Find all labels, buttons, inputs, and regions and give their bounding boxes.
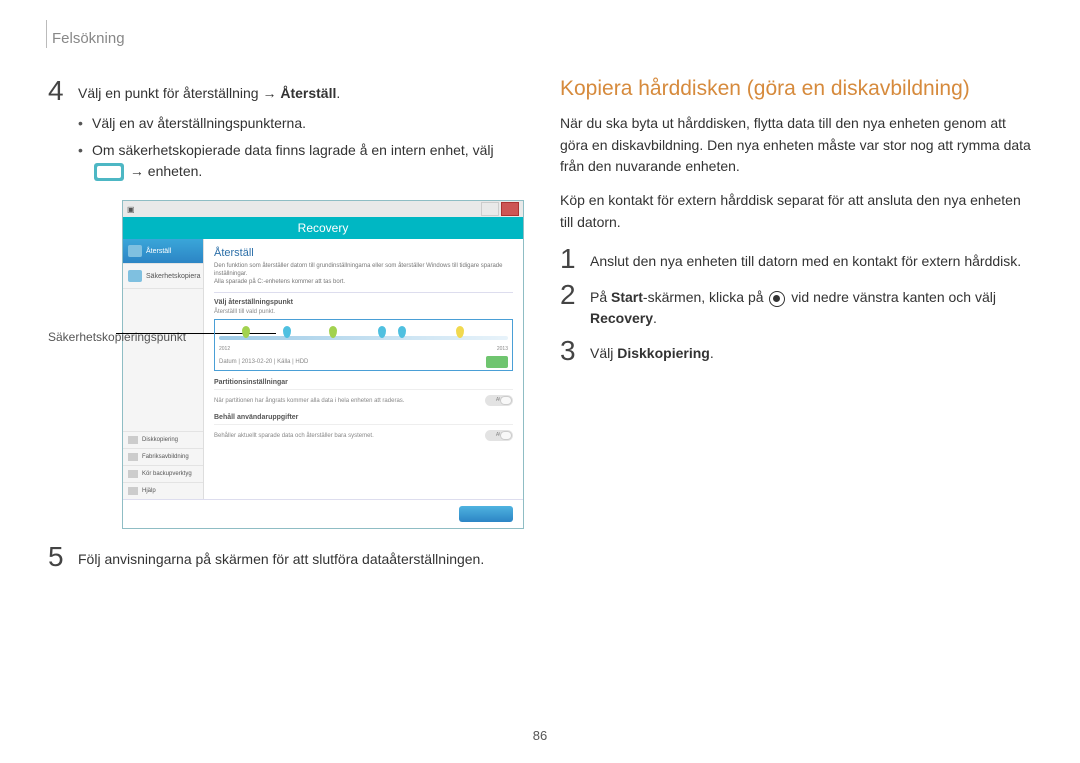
step-number-4: 4 xyxy=(48,77,78,105)
sidebar-runbackup[interactable]: Kör backupverktyg xyxy=(123,465,203,482)
timeline-track[interactable] xyxy=(219,336,508,340)
sub-bullet-1: Välj en av återställningspunkterna. xyxy=(92,113,306,134)
step-number-2: 2 xyxy=(560,281,590,309)
restore-pin-3[interactable] xyxy=(329,326,337,338)
sidebar-restore[interactable]: Återställ xyxy=(123,239,203,264)
section-header: Felsökning xyxy=(48,30,1032,47)
restore-pin-4[interactable] xyxy=(378,326,386,338)
window-sidebar: Återställ Säkerhetskopiera Diskkopiering… xyxy=(123,239,204,499)
restore-confirm-button[interactable] xyxy=(459,506,513,522)
window-main: Återställ Den funktion som återställer d… xyxy=(204,239,523,499)
sidebar-diskcopy[interactable]: Diskkopiering xyxy=(123,431,203,448)
section-restore-point-sub: Återställl till vald punkt. xyxy=(214,309,513,315)
sidebar-factoryimage[interactable]: Fabriksavbildning xyxy=(123,448,203,465)
step-2-text: På Start-skärmen, klicka på vid nedre vä… xyxy=(590,287,1032,329)
sub-bullet-2: Om säkerhetskopierade data finns lagrade… xyxy=(92,140,524,182)
window-app-icon: ▣ xyxy=(127,205,135,214)
partition-label: Partitionsinställningar xyxy=(214,379,513,386)
restore-icon xyxy=(128,245,142,257)
section-restore-point-label: Välj återställningspunkt xyxy=(214,299,513,306)
start-button-icon xyxy=(769,291,785,307)
step-3-text: Välj Diskkopiering. xyxy=(590,343,714,364)
main-title: Återställ xyxy=(214,247,513,259)
para-2: Köp en kontakt för extern hårddisk separ… xyxy=(560,190,1032,233)
bullet-icon: • xyxy=(78,113,92,134)
step-1-text: Anslut den nya enheten till datorn med e… xyxy=(590,251,1021,272)
sidebar-backup[interactable]: Säkerhetskopiera xyxy=(123,264,203,289)
restore-pin-5[interactable] xyxy=(398,326,406,338)
main-desc: Den funktion som återställer datorn till… xyxy=(214,263,513,293)
keepdata-toggle[interactable]: AV xyxy=(485,430,513,441)
timeline-box: 2012 2013 Datum | 2013-02-20 | Källa | H… xyxy=(214,319,513,371)
callout-label: Säkerhetskopieringspunkt xyxy=(48,330,116,344)
para-1: När du ska byta ut hårddisken, flytta da… xyxy=(560,113,1032,178)
window-min-button[interactable] xyxy=(481,202,499,216)
sidebar-help[interactable]: Hjälp xyxy=(123,482,203,499)
section-header-text: Felsökning xyxy=(52,30,125,47)
device-icon xyxy=(94,163,124,181)
restore-pin-6[interactable] xyxy=(456,326,464,338)
timeline-info: Datum | 2013-02-20 | Källa | HDD xyxy=(219,359,308,365)
drive-tag xyxy=(486,356,508,368)
keepdata-label: Behåll användaruppgifter xyxy=(214,414,513,421)
backup-icon xyxy=(128,270,142,282)
step-number-5: 5 xyxy=(48,543,78,571)
keepdata-sub: Behåller aktuellt sparade data och åters… xyxy=(214,433,374,439)
restore-pin-2[interactable] xyxy=(283,326,291,338)
step-number-1: 1 xyxy=(560,245,590,273)
step-5-text: Följ anvisningarna på skärmen för att sl… xyxy=(78,549,484,570)
bullet-icon: • xyxy=(78,140,92,182)
partition-sub: När partitionen har ångrats kommer alla … xyxy=(214,398,404,404)
page-number: 86 xyxy=(0,728,1080,743)
window-titlebar: ▣ xyxy=(123,201,523,217)
step-4-text: Välj en punkt för återställning → Återst… xyxy=(78,83,340,104)
window-close-button[interactable] xyxy=(501,202,519,216)
step-number-3: 3 xyxy=(560,337,590,365)
window-title: Recovery xyxy=(123,217,523,239)
section-heading-disk-copy: Kopiera hårddisken (göra en diskavbildni… xyxy=(560,77,1032,101)
recovery-window: ▣ Recovery Återställ xyxy=(122,200,524,529)
partition-toggle[interactable]: AV xyxy=(485,395,513,406)
restore-pin-1[interactable] xyxy=(242,326,250,338)
